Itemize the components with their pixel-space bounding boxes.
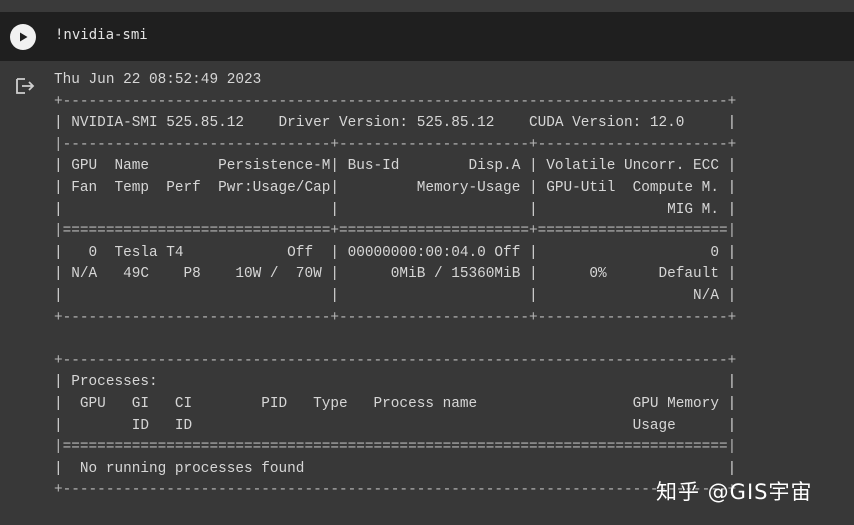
output-line: | | | N/A | [54, 287, 737, 304]
output-line: | Fan Temp Perf Pwr:Usage/Cap| Memory-Us… [54, 179, 737, 196]
output-line: | 0 Tesla T4 Off | 00000000:00:04.0 Off … [54, 244, 737, 261]
run-cell-button[interactable] [10, 24, 36, 50]
output-line: |=======================================… [54, 439, 737, 456]
output-line: | ID ID Usage | [54, 417, 737, 434]
code-input[interactable]: !nvidia-smi [55, 27, 148, 43]
play-icon [20, 32, 28, 42]
output-line: | No running processes found | [54, 460, 737, 477]
output-line: |-------------------------------+-------… [54, 136, 737, 153]
output-redirect-icon [16, 78, 35, 94]
watermark: 知乎 @GIS宇宙 [656, 480, 813, 504]
output-line: | Processes: | [54, 374, 737, 391]
output-line: +-------------------------------+-------… [54, 309, 737, 326]
code-cell[interactable]: !nvidia-smi [0, 12, 854, 61]
output-line: +---------------------------------------… [54, 352, 737, 369]
output-line: +---------------------------------------… [54, 93, 737, 110]
top-strip [0, 0, 854, 12]
output-line: | N/A 49C P8 10W / 70W | 0MiB / 15360MiB… [54, 266, 737, 283]
output-line: | NVIDIA-SMI 525.85.12 Driver Version: 5… [54, 115, 737, 132]
output-line: | GPU Name Persistence-M| Bus-Id Disp.A … [54, 158, 737, 175]
output-line: | GPU GI CI PID Type Process name GPU Me… [54, 395, 737, 412]
output-line: | | | MIG M. | [54, 201, 737, 218]
output-line: Thu Jun 22 08:52:49 2023 [54, 72, 262, 88]
cell-output: Thu Jun 22 08:52:49 2023 +--------------… [54, 70, 736, 502]
output-line: |===============================+=======… [54, 223, 737, 240]
output-line: +---------------------------------------… [54, 482, 737, 499]
